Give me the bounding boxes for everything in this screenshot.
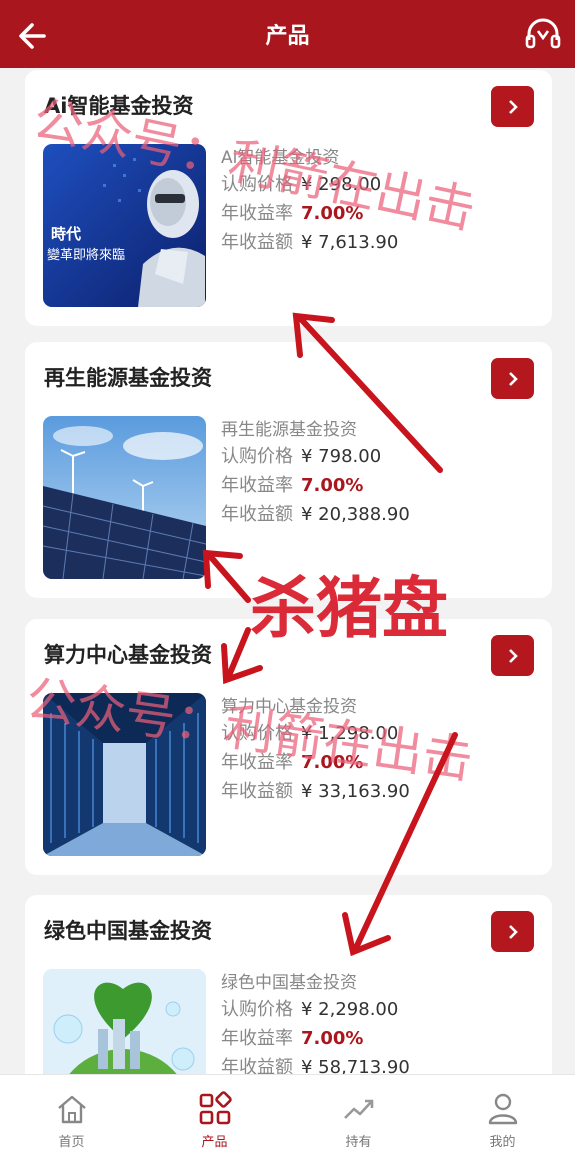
- income-value: ¥ 7,613.90: [301, 232, 399, 253]
- tab-home[interactable]: 首页: [0, 1075, 143, 1164]
- back-button[interactable]: [14, 16, 54, 56]
- income-label: 年收益额: [221, 504, 293, 525]
- rate-row: 年收益率 7.00%: [221, 1024, 410, 1053]
- price-value: ¥ 298.00: [301, 174, 382, 195]
- product-card-ai[interactable]: Ai智能基金投资 時代 變革即將來臨 Ai智能基金投资 认购价格 ¥ 298.0…: [25, 70, 552, 326]
- price-value: ¥ 1,298.00: [301, 723, 399, 744]
- product-title: 算力中心基金投资: [44, 643, 212, 667]
- tab-mine[interactable]: 我的: [431, 1075, 574, 1164]
- income-value: ¥ 58,713.90: [301, 1057, 410, 1074]
- rate-label: 年收益率: [221, 203, 293, 224]
- income-label: 年收益额: [221, 1057, 293, 1074]
- price-row: 认购价格 ¥ 298.00: [221, 170, 398, 199]
- bottom-tab-bar: 首页 产品 持有 我的: [0, 1074, 575, 1164]
- income-label: 年收益额: [221, 232, 293, 253]
- price-row: 认购价格 ¥ 2,298.00: [221, 995, 410, 1024]
- chevron-right-icon: [508, 371, 518, 386]
- rate-label: 年收益率: [221, 752, 293, 773]
- product-detail-button[interactable]: [491, 86, 534, 127]
- image-caption-2: 變革即將來臨: [47, 247, 125, 263]
- price-value: ¥ 2,298.00: [301, 999, 399, 1020]
- product-detail-button[interactable]: [491, 635, 534, 676]
- price-row: 认购价格 ¥ 1,298.00: [221, 719, 410, 748]
- product-info: 绿色中国基金投资 认购价格 ¥ 2,298.00 年收益率 7.00% 年收益额 ¥ …: [221, 971, 410, 1074]
- product-info: 算力中心基金投资 认购价格 ¥ 1,298.00 年收益率 7.00% 年收益额 ¥ …: [221, 695, 410, 806]
- user-icon: [488, 1093, 517, 1125]
- price-label: 认购价格: [221, 174, 293, 195]
- product-subtitle: 再生能源基金投资: [221, 420, 357, 440]
- income-value: ¥ 20,388.90: [301, 504, 410, 525]
- product-detail-button[interactable]: [491, 358, 534, 399]
- income-row: 年收益额 ¥ 33,163.90: [221, 777, 410, 806]
- customer-service-button[interactable]: [523, 14, 563, 54]
- product-card-green[interactable]: 绿色中国基金投资 绿色中国基金投资 认购价格 ¥ 2,298.00 年收益率 7.0…: [25, 895, 552, 1074]
- price-value: ¥ 798.00: [301, 446, 382, 467]
- rate-label: 年收益率: [221, 1028, 293, 1049]
- headset-icon: [525, 18, 561, 49]
- product-title: 绿色中国基金投资: [44, 919, 212, 943]
- product-detail-button[interactable]: [491, 911, 534, 952]
- product-subtitle: Ai智能基金投资: [221, 148, 340, 168]
- income-row: 年收益额 ¥ 7,613.90: [221, 228, 398, 257]
- product-title: Ai智能基金投资: [44, 94, 194, 118]
- rate-value: 7.00%: [301, 475, 364, 496]
- rate-value: 7.00%: [301, 1028, 364, 1049]
- income-value: ¥ 33,163.90: [301, 781, 410, 802]
- price-label: 认购价格: [221, 723, 293, 744]
- product-card-compute[interactable]: 算力中心基金投资 算力中心基金投资 认购价格 ¥ 1,298.00 年收益率 7.0…: [25, 619, 552, 875]
- trend-icon: [343, 1099, 373, 1119]
- product-card-renewable[interactable]: 再生能源基金投资 再生能源基金投资 认购价格 ¥ 798.00 年收益率 7.0…: [25, 342, 552, 598]
- page-title: 产品: [265, 24, 310, 49]
- rate-label: 年收益率: [221, 475, 293, 496]
- chevron-right-icon: [508, 99, 518, 114]
- tab-products[interactable]: 产品: [143, 1075, 286, 1164]
- price-label: 认购价格: [221, 999, 293, 1020]
- chevron-right-icon: [508, 924, 518, 939]
- rate-value: 7.00%: [301, 203, 364, 224]
- arrow-left-icon: [19, 23, 46, 49]
- product-title: 再生能源基金投资: [44, 366, 212, 390]
- tab-label: 产品: [201, 1135, 228, 1150]
- tab-holdings[interactable]: 持有: [287, 1075, 430, 1164]
- top-bar: 产品: [0, 0, 575, 68]
- price-label: 认购价格: [221, 446, 293, 467]
- rate-row: 年收益率 7.00%: [221, 748, 410, 777]
- ai-robot-image: 時代 變革即將來臨: [43, 144, 206, 307]
- product-list[interactable]: Ai智能基金投资 時代 變革即將來臨 Ai智能基金投资 认购价格 ¥ 298.0…: [0, 68, 575, 1074]
- rate-row: 年收益率 7.00%: [221, 199, 398, 228]
- image-caption-1: 時代: [51, 225, 81, 243]
- tab-label: 我的: [489, 1135, 516, 1150]
- solar-panels-image: [43, 416, 206, 579]
- grid-icon: [199, 1091, 232, 1125]
- green-earth-image: [43, 969, 206, 1074]
- income-row: 年收益额 ¥ 20,388.90: [221, 500, 410, 529]
- home-icon: [57, 1095, 86, 1124]
- tab-label: 持有: [345, 1135, 372, 1150]
- chevron-right-icon: [508, 648, 518, 663]
- price-row: 认购价格 ¥ 798.00: [221, 442, 410, 471]
- product-info: Ai智能基金投资 认购价格 ¥ 298.00 年收益率 7.00% 年收益额 ¥ 7,…: [221, 146, 398, 257]
- income-row: 年收益额 ¥ 58,713.90: [221, 1053, 410, 1074]
- income-label: 年收益额: [221, 781, 293, 802]
- data-center-image: [43, 693, 206, 856]
- rate-value: 7.00%: [301, 752, 364, 773]
- product-subtitle: 绿色中国基金投资: [221, 973, 357, 993]
- tab-label: 首页: [58, 1135, 85, 1150]
- product-subtitle: 算力中心基金投资: [221, 697, 357, 717]
- product-info: 再生能源基金投资 认购价格 ¥ 798.00 年收益率 7.00% 年收益额 ¥ 20…: [221, 418, 410, 529]
- rate-row: 年收益率 7.00%: [221, 471, 410, 500]
